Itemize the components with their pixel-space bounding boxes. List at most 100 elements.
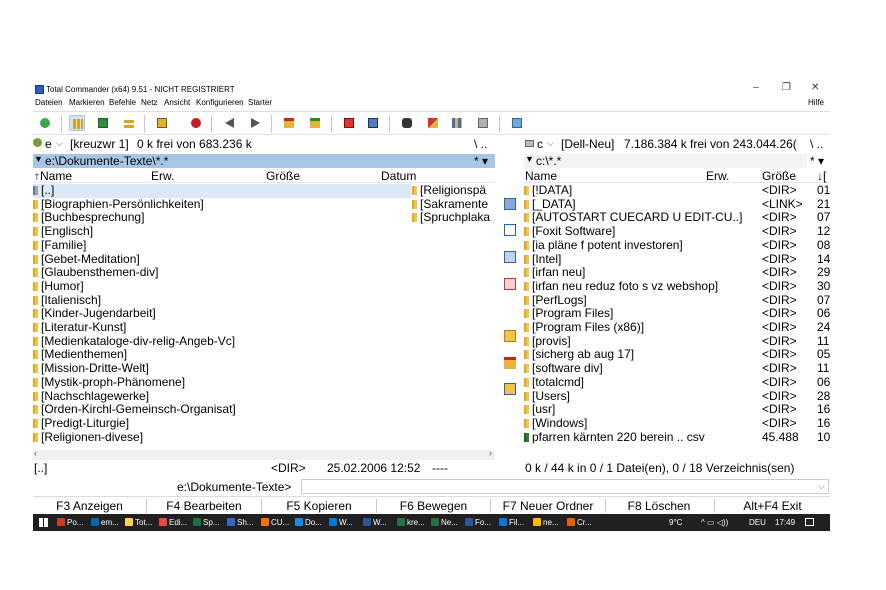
folder-row[interactable]: [Biographien-Persönlichkeiten] bbox=[33, 197, 204, 212]
tray-icons[interactable]: ^ ▭ ◁)) bbox=[701, 514, 728, 531]
left-col-name[interactable]: ↑Name bbox=[34, 169, 72, 183]
folder-row[interactable]: [Predigt-Liturgie] bbox=[33, 416, 129, 431]
folder-row[interactable]: [Medienthemen] bbox=[33, 348, 127, 362]
folder-row[interactable]: [totalcmd] <DIR> 06 bbox=[524, 375, 830, 390]
folder-row[interactable]: [Program Files] <DIR> 06 bbox=[524, 306, 830, 321]
minimize-button[interactable]: – bbox=[753, 82, 759, 93]
taskbar-app-button[interactable]: Tot... bbox=[125, 514, 152, 531]
compare-icon[interactable] bbox=[449, 115, 465, 131]
taskbar-app-button[interactable]: Do... bbox=[295, 514, 322, 531]
taskbar-app-button[interactable]: Sh... bbox=[227, 514, 253, 531]
forward-arrow-icon[interactable] bbox=[248, 115, 264, 131]
taskbar-app-button[interactable]: Po... bbox=[57, 514, 83, 531]
menu-dateien[interactable]: Dateien bbox=[35, 98, 63, 107]
history-dropdown-icon[interactable]: ▼ bbox=[525, 154, 534, 164]
refresh-icon[interactable] bbox=[37, 115, 53, 131]
taskbar-app-button[interactable]: CU... bbox=[261, 514, 289, 531]
language-indicator[interactable]: DEU bbox=[749, 514, 766, 531]
right-col-ext[interactable]: Erw. bbox=[706, 169, 729, 183]
taskbar-app-button[interactable]: W... bbox=[329, 514, 353, 531]
left-drive-select[interactable]: e bbox=[45, 137, 52, 151]
folder-row[interactable]: [irfan neu] <DIR> 29 bbox=[524, 265, 830, 280]
weather-text[interactable]: 9°C bbox=[669, 514, 682, 531]
f7-new-folder-button[interactable]: F7 Neuer Ordner bbox=[491, 498, 605, 514]
folder-row[interactable]: [irfan neu reduz foto s vz webshop] <DIR>… bbox=[524, 279, 830, 294]
pack-icon[interactable] bbox=[281, 115, 297, 131]
f3-view-button[interactable]: F3 Anzeigen bbox=[33, 498, 146, 514]
close-button[interactable]: ✕ bbox=[811, 82, 819, 93]
folder-row[interactable]: [Users] <DIR> 28 bbox=[524, 389, 830, 404]
folder-row[interactable]: [Orden-Kirchl-Gemeinsch-Organisat] bbox=[33, 402, 236, 417]
pack-files-icon[interactable] bbox=[504, 357, 516, 369]
left-col-date[interactable]: Datum bbox=[381, 169, 416, 183]
command-line-input[interactable] bbox=[301, 479, 829, 494]
taskbar-app-button[interactable]: Edi... bbox=[159, 514, 187, 531]
folder-row[interactable]: [Mission-Dritte-Welt] bbox=[33, 361, 149, 376]
folder-row[interactable]: [Familie] bbox=[33, 238, 86, 253]
folder-row[interactable]: [Medienkataloge-div-relig-Angeb-Vc] bbox=[33, 334, 235, 349]
notepad-icon[interactable] bbox=[509, 115, 525, 131]
taskbar-app-button[interactable]: em... bbox=[91, 514, 119, 531]
taskbar-app-button[interactable]: Sp... bbox=[193, 514, 219, 531]
menu-starter[interactable]: Starter bbox=[248, 98, 272, 107]
new-folder-icon[interactable] bbox=[504, 330, 516, 342]
folder-row[interactable]: [Kinder-Jugendarbeit] bbox=[33, 306, 156, 321]
folder-row[interactable]: [_DATA] <LINK> 21 bbox=[524, 197, 830, 212]
left-nav-root-up[interactable]: \ .. bbox=[474, 137, 487, 151]
folder-row[interactable]: [ia pläne f potent investoren] <DIR> 08 bbox=[524, 238, 830, 253]
bug-icon[interactable] bbox=[188, 115, 204, 131]
taskbar-app-button[interactable]: W... bbox=[363, 514, 387, 531]
folder-row[interactable]: [Sakramente bbox=[412, 197, 488, 212]
folder-row[interactable]: [provis] <DIR> 11 bbox=[524, 334, 830, 349]
tree-view-icon[interactable] bbox=[121, 115, 137, 131]
folder-row[interactable]: [Literatur-Kunst] bbox=[33, 320, 126, 335]
folder-row[interactable]: [Humor] bbox=[33, 279, 84, 294]
folder-row[interactable]: [Intel] <DIR> 14 bbox=[524, 252, 830, 267]
notifications-icon[interactable] bbox=[805, 518, 814, 526]
file-row[interactable]: pfarren kärnten 220 berein .. csv 45.488 1… bbox=[524, 430, 830, 445]
folder-row[interactable]: [Nachschlagewerke] bbox=[33, 389, 149, 404]
taskbar-app-button[interactable]: Cr... bbox=[567, 514, 592, 531]
alt-f4-exit-button[interactable]: Alt+F4 Exit bbox=[715, 498, 830, 514]
ftp-new-icon[interactable] bbox=[365, 115, 381, 131]
folder-row[interactable]: [Spruchplaka bbox=[412, 211, 490, 225]
f5-copy-button[interactable]: F5 Kopieren bbox=[262, 498, 376, 514]
menu-markieren[interactable]: Markieren bbox=[69, 98, 105, 107]
right-col-size[interactable]: Größe bbox=[762, 169, 796, 183]
copy-names-icon[interactable] bbox=[504, 198, 516, 210]
f6-move-button[interactable]: F6 Bewegen bbox=[377, 498, 490, 514]
chevron-down-icon[interactable]: ⌵ bbox=[547, 138, 554, 149]
f8-delete-button[interactable]: F8 Löschen bbox=[606, 498, 712, 514]
folder-row[interactable]: [Glaubensthemen-div] bbox=[33, 265, 158, 280]
folder-row[interactable]: [Buchbesprechung] bbox=[33, 211, 144, 225]
folder-row[interactable]: [sicherg ab aug 17] <DIR> 05 bbox=[524, 348, 830, 362]
taskbar-app-button[interactable]: Fil... bbox=[499, 514, 524, 531]
rename-icon[interactable] bbox=[425, 115, 441, 131]
folder-row[interactable]: [AUTOSTART CUECARD U EDIT-CU..] <DIR> 07 bbox=[524, 211, 830, 225]
menu-konfigurieren[interactable]: Konfigurieren bbox=[196, 98, 244, 107]
right-col-name[interactable]: Name bbox=[525, 169, 557, 183]
taskbar-app-button[interactable]: Ne... bbox=[431, 514, 458, 531]
unpack-icon[interactable] bbox=[307, 115, 323, 131]
search-files-icon[interactable] bbox=[504, 224, 516, 236]
chevron-down-icon[interactable]: ⌵ bbox=[818, 481, 825, 492]
folder-row[interactable]: [PerfLogs] <DIR> 07 bbox=[524, 293, 830, 308]
folder-row[interactable]: [Foxit Software] <DIR> 12 bbox=[524, 224, 830, 239]
scroll-left-icon[interactable]: ‹ bbox=[34, 448, 37, 458]
folder-row[interactable]: [!DATA] <DIR> 01 bbox=[524, 184, 830, 198]
left-horizontal-scrollbar[interactable]: ‹ › bbox=[33, 448, 495, 460]
parent-dir-row[interactable]: [..] bbox=[33, 183, 411, 198]
dir-sync-icon[interactable] bbox=[475, 115, 491, 131]
f4-edit-button[interactable]: F4 Bearbeiten bbox=[147, 498, 261, 514]
copy-path-icon[interactable] bbox=[504, 251, 516, 263]
taskbar-app-button[interactable]: kre... bbox=[397, 514, 425, 531]
search-binoculars-icon[interactable] bbox=[399, 115, 415, 131]
paste-icon[interactable] bbox=[504, 278, 516, 290]
brief-view-icon[interactable] bbox=[69, 115, 85, 131]
hotlist-icon[interactable]: * ▾ bbox=[810, 154, 824, 168]
left-col-ext[interactable]: Erw. bbox=[151, 169, 174, 183]
taskbar-app-button[interactable]: Fo... bbox=[465, 514, 491, 531]
folder-row[interactable]: [Gebet-Meditation] bbox=[33, 252, 140, 267]
menu-hilfe[interactable]: Hilfe bbox=[808, 98, 824, 107]
folder-row[interactable]: [usr] <DIR> 16 bbox=[524, 402, 830, 417]
